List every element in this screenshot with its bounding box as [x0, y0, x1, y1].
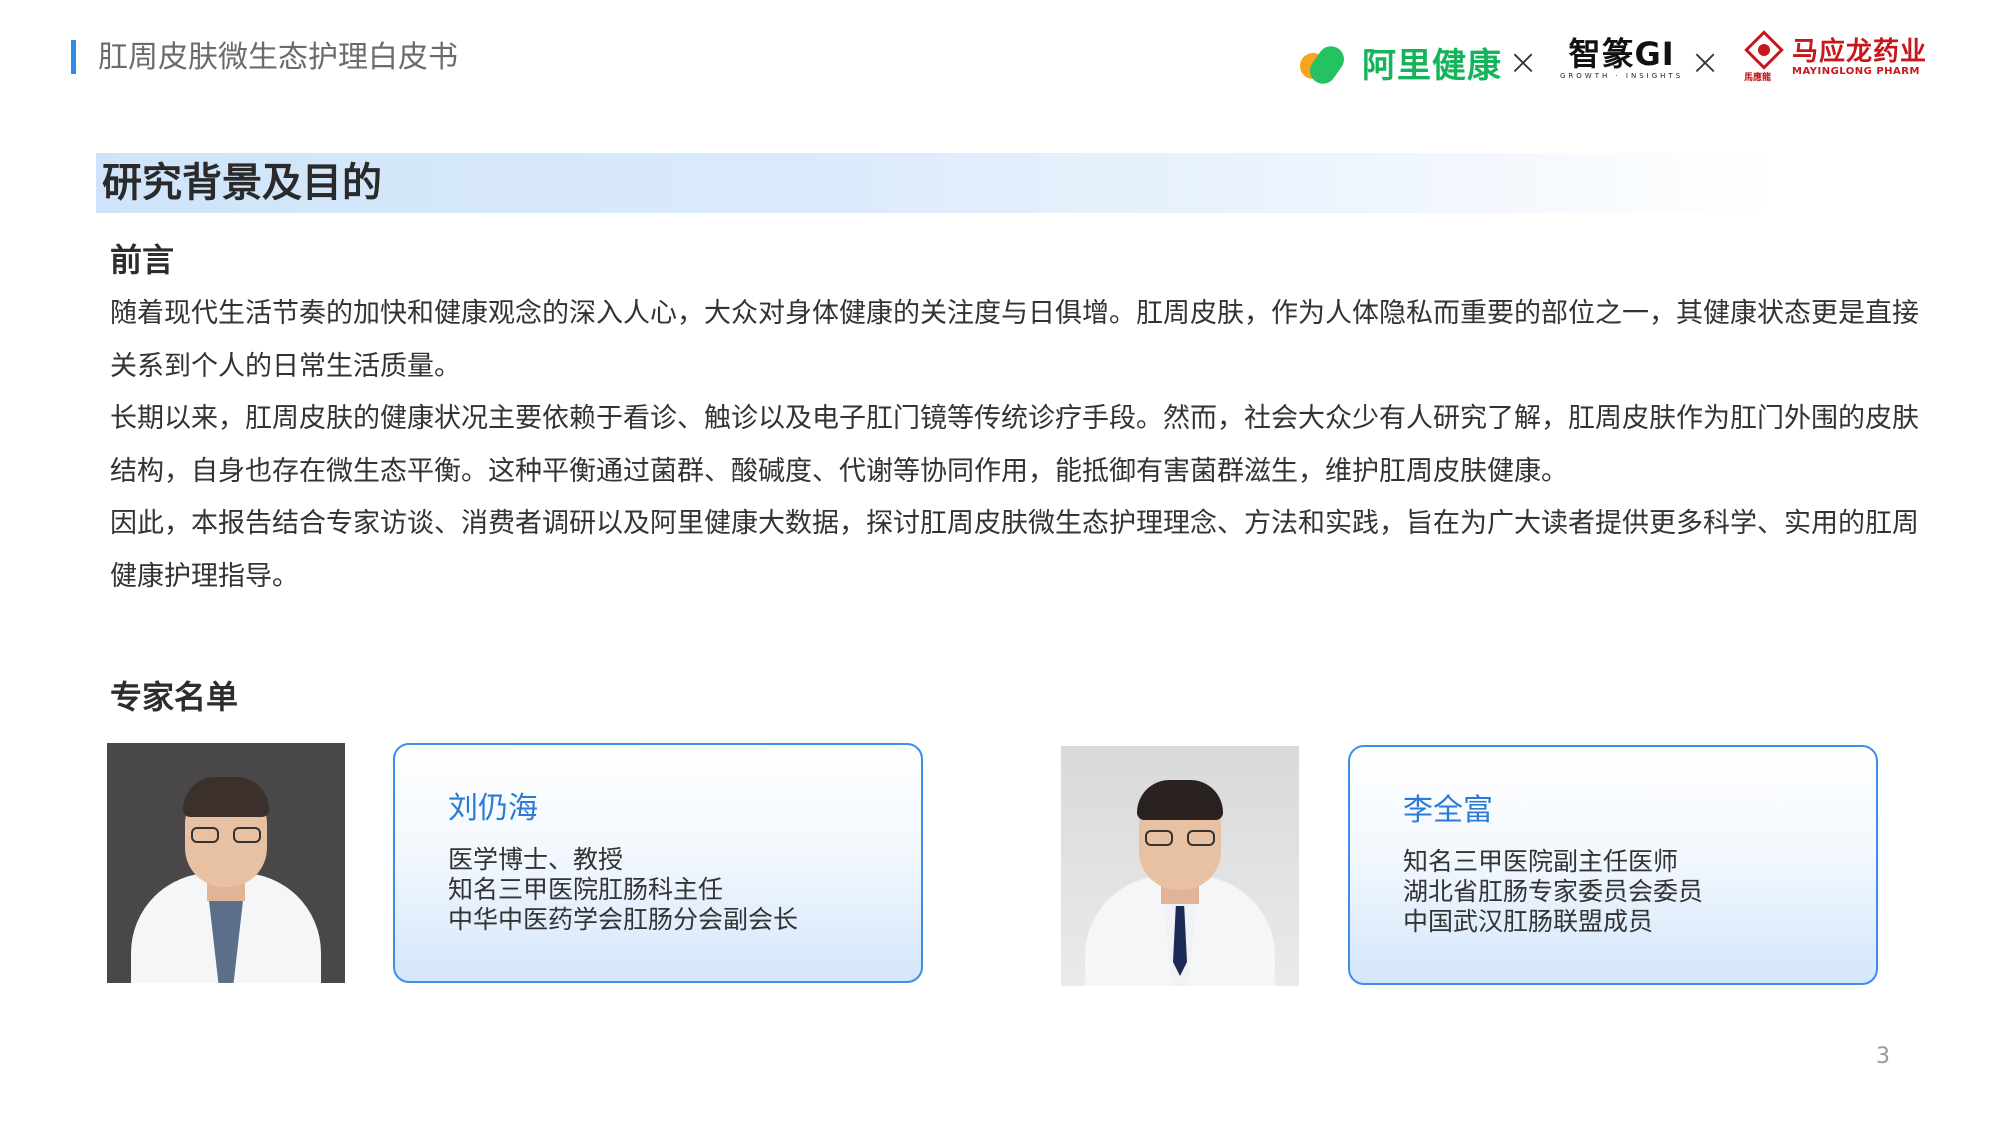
intro-paragraph: 随着现代生活节奏的加快和健康观念的深入人心，大众对身体健康的关注度与日俱增。肛周… — [110, 298, 1919, 382]
collab-separator-icon: × — [1690, 42, 1721, 83]
zhizhuan-logo: 智篆GI GROWTH · INSIGHTS — [1560, 36, 1683, 80]
alihealth-logo-text: 阿里健康 — [1362, 46, 1502, 86]
experts-heading: 专家名单 — [110, 678, 239, 716]
intro-paragraph: 因此，本报告结合专家访谈、消费者调研以及阿里健康大数据，探讨肛周皮肤微生态护理理… — [110, 508, 1919, 592]
section-title: 研究背景及目的 — [102, 160, 382, 206]
expert-photo — [107, 743, 345, 983]
expert-credential: 医学博士、教授 — [448, 845, 624, 874]
expert-card: 李全富 知名三甲医院副主任医师 湖北省肛肠专家委员会委员 中国武汉肛肠联盟成员 — [1348, 745, 1878, 985]
page-number: 3 — [1876, 1044, 1890, 1069]
mayinglong-emblem-icon: 馬應龍 — [1742, 30, 1786, 83]
mayinglong-logo-subtext: MAYINGLONG PHARM — [1792, 65, 1920, 77]
mayinglong-logo-text: 马应龙药业 — [1792, 36, 1928, 67]
collab-separator-icon: × — [1508, 42, 1539, 83]
expert-photo — [1061, 746, 1299, 986]
expert-credential: 中华中医药学会肛肠分会副会长 — [448, 905, 799, 934]
mayinglong-logo: 馬應龍 马应龙药业 MAYINGLONG PHARM — [1742, 30, 1928, 83]
document-title: 肛周皮肤微生态护理白皮书 — [98, 40, 458, 75]
intro-heading: 前言 — [110, 241, 175, 279]
expert-name: 刘仍海 — [448, 791, 538, 826]
alihealth-logo: 阿里健康 — [1300, 38, 1502, 89]
intro-text: 随着现代生活节奏的加快和健康观念的深入人心，大众对身体健康的关注度与日俱增。肛周… — [110, 288, 1930, 603]
alihealth-leaf-icon — [1300, 40, 1358, 89]
expert-card: 刘仍海 医学博士、教授 知名三甲医院肛肠科主任 中华中医药学会肛肠分会副会长 — [393, 743, 923, 983]
intro-paragraph: 长期以来，肛周皮肤的健康状况主要依赖于看诊、触诊以及电子肛门镜等传统诊疗手段。然… — [110, 403, 1919, 487]
zhizhuan-logo-subtext: GROWTH · INSIGHTS — [1560, 72, 1684, 80]
header-accent-bar — [71, 40, 76, 74]
expert-credential: 湖北省肛肠专家委员会委员 — [1403, 877, 1704, 906]
expert-name: 李全富 — [1403, 793, 1493, 828]
expert-credential: 中国武汉肛肠联盟成员 — [1403, 907, 1654, 936]
expert-credential: 知名三甲医院副主任医师 — [1403, 847, 1679, 876]
expert-credential: 知名三甲医院肛肠科主任 — [448, 875, 724, 904]
partner-logos: 阿里健康 × 智篆GI GROWTH · INSIGHTS × 馬應龍 马应龙药… — [1290, 30, 1950, 90]
zhizhuan-logo-text: 智篆GI — [1568, 35, 1675, 73]
